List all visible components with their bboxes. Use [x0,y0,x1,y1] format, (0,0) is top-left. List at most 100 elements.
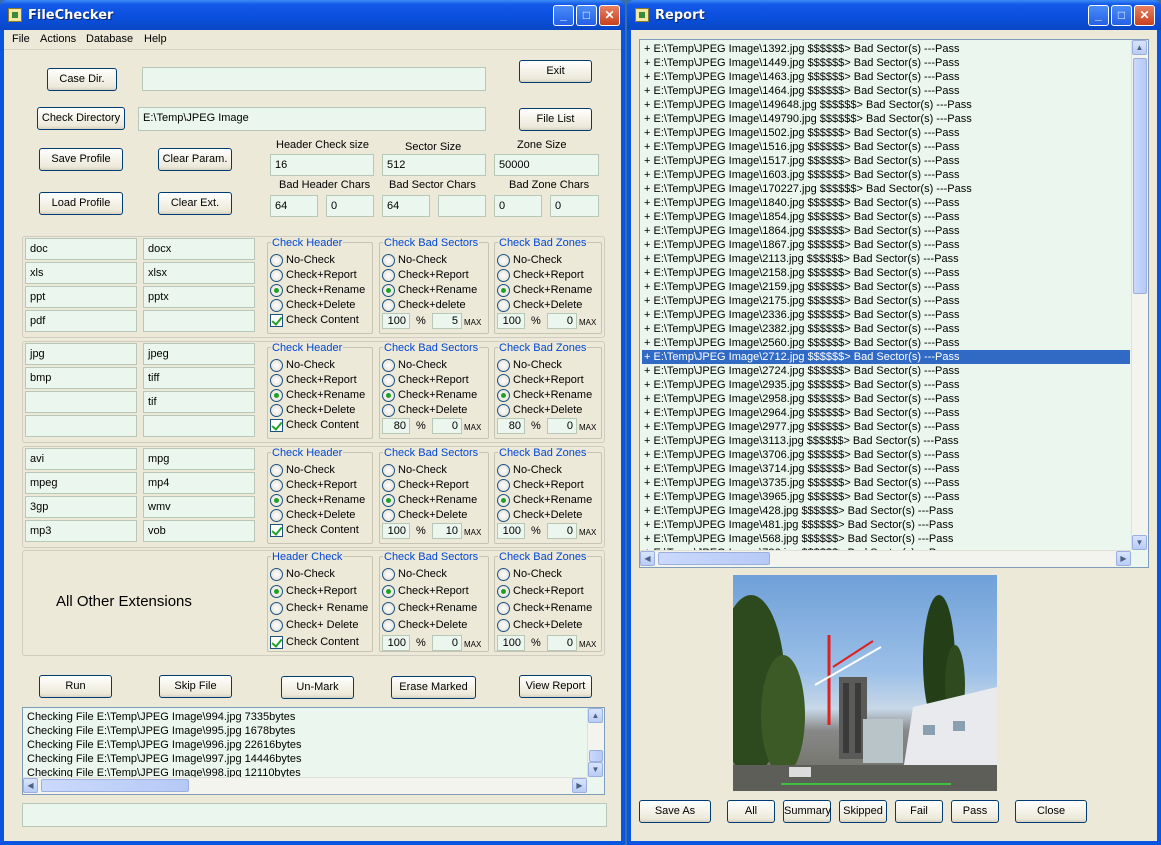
extension-field[interactable]: xlsx [143,262,255,284]
sector-percent-field[interactable]: 80 [382,418,410,434]
sector-option[interactable]: Check+Report [382,269,469,283]
sector-max-field[interactable]: 0 [432,635,462,651]
radio-icon[interactable] [382,359,395,372]
scroll-down-icon[interactable]: ▼ [1132,535,1147,550]
radio-icon[interactable] [270,509,283,522]
report-line[interactable]: + E:\Temp\JPEG Image\1864.jpg $$$$$$> Ba… [642,224,1130,238]
radio-icon[interactable] [382,299,395,312]
header-option[interactable]: Check+Rename [270,494,365,508]
sector-percent-field[interactable]: 100 [382,313,410,329]
scroll-up-icon[interactable]: ▲ [588,708,603,723]
log-line[interactable]: Checking File E:\Temp\JPEG Image\996.jpg… [27,738,302,752]
extension-field[interactable]: doc [25,238,137,260]
zone-percent-field[interactable]: 100 [497,635,525,651]
radio-icon[interactable] [497,619,510,632]
clear-ext-button[interactable]: Clear Ext. [158,192,232,215]
report-line[interactable]: + E:\Temp\JPEG Image\2935.jpg $$$$$$> Ba… [642,378,1130,392]
bad-zone-field-2[interactable]: 0 [550,195,599,217]
radio-icon[interactable] [382,602,395,615]
report-line[interactable]: + E:\Temp\JPEG Image\1840.jpg $$$$$$> Ba… [642,196,1130,210]
zone-percent-field[interactable]: 100 [497,523,525,539]
radio-icon[interactable] [270,254,283,267]
header-option[interactable]: Check+Delete [270,404,355,418]
check-content-option[interactable]: Check Content [270,419,359,433]
report-line[interactable]: + E:\Temp\JPEG Image\481.jpg $$$$$$> Bad… [642,518,1130,532]
close-icon[interactable]: ✕ [1134,5,1155,26]
zone-size-field[interactable]: 50000 [494,154,599,176]
radio-icon[interactable] [382,269,395,282]
report-line[interactable]: + E:\Temp\JPEG Image\3706.jpg $$$$$$> Ba… [642,448,1130,462]
report-line[interactable]: + E:\Temp\JPEG Image\2158.jpg $$$$$$> Ba… [642,266,1130,280]
radio-icon[interactable] [497,494,510,507]
report-line[interactable]: + E:\Temp\JPEG Image\1516.jpg $$$$$$> Ba… [642,140,1130,154]
zone-option[interactable]: Check+Delete [497,619,582,633]
zone-option[interactable]: Check+Delete [497,509,582,523]
sector-option[interactable]: No-Check [382,568,447,582]
radio-icon[interactable] [270,284,283,297]
log-listbox[interactable]: Checking File E:\Temp\JPEG Image\994.jpg… [22,707,605,795]
report-line[interactable]: + E:\Temp\JPEG Image\1463.jpg $$$$$$> Ba… [642,70,1130,84]
header-option[interactable]: Check+Rename [270,389,365,403]
summary-button[interactable]: Summary [783,800,831,823]
header-check-size-field[interactable]: 16 [270,154,374,176]
save-as-button[interactable]: Save As [639,800,711,823]
report-line[interactable]: + E:\Temp\JPEG Image\3735.jpg $$$$$$> Ba… [642,476,1130,490]
zone-option[interactable]: No-Check [497,254,562,268]
extension-field[interactable] [25,415,137,437]
report-line[interactable]: + E:\Temp\JPEG Image\1867.jpg $$$$$$> Ba… [642,238,1130,252]
zone-option[interactable]: Check+Rename [497,494,592,508]
radio-icon[interactable] [497,585,510,598]
sector-option[interactable]: No-Check [382,464,447,478]
sector-percent-field[interactable]: 100 [382,523,410,539]
report-line[interactable]: + E:\Temp\JPEG Image\1392.jpg $$$$$$> Ba… [642,42,1130,56]
radio-icon[interactable] [382,404,395,417]
sector-percent-field[interactable]: 100 [382,635,410,651]
report-line[interactable]: + E:\Temp\JPEG Image\2964.jpg $$$$$$> Ba… [642,406,1130,420]
scroll-right-icon[interactable]: ▶ [1116,551,1131,566]
report-line[interactable]: + E:\Temp\JPEG Image\568.jpg $$$$$$> Bad… [642,532,1130,546]
extension-field[interactable] [143,415,255,437]
menu-actions[interactable]: Actions [40,33,76,45]
radio-icon[interactable] [497,299,510,312]
radio-icon[interactable] [270,568,283,581]
bad-sector-field-2[interactable] [438,195,486,217]
sector-option[interactable]: Check+Delete [382,509,467,523]
checkbox-icon[interactable] [270,314,283,327]
report-line[interactable]: + E:\Temp\JPEG Image\2336.jpg $$$$$$> Ba… [642,308,1130,322]
radio-icon[interactable] [270,374,283,387]
check-content-option[interactable]: Check Content [270,314,359,328]
zone-option[interactable]: No-Check [497,359,562,373]
radio-icon[interactable] [270,464,283,477]
header-option[interactable]: Check+Delete [270,509,355,523]
report-line[interactable]: + E:\Temp\JPEG Image\1502.jpg $$$$$$> Ba… [642,126,1130,140]
sector-option[interactable]: Check+Delete [382,619,467,633]
log-line[interactable]: Checking File E:\Temp\JPEG Image\997.jpg… [27,752,302,766]
zone-option[interactable]: Check+Rename [497,284,592,298]
skipped-button[interactable]: Skipped [839,800,887,823]
sector-option[interactable]: Check+Report [382,479,469,493]
extension-field[interactable]: ppt [25,286,137,308]
extension-field[interactable]: pdf [25,310,137,332]
scroll-down-icon[interactable]: ▼ [588,762,603,777]
report-line[interactable]: + E:\Temp\JPEG Image\2175.jpg $$$$$$> Ba… [642,294,1130,308]
extension-field[interactable] [25,391,137,413]
zone-option[interactable]: Check+Delete [497,404,582,418]
log-line[interactable]: Checking File E:\Temp\JPEG Image\995.jpg… [27,724,295,738]
header-option[interactable]: No-Check [270,359,335,373]
radio-icon[interactable] [382,389,395,402]
view-report-button[interactable]: View Report [519,675,592,698]
sector-option[interactable]: Check+Report [382,585,469,599]
sector-max-field[interactable]: 10 [432,523,462,539]
radio-icon[interactable] [497,254,510,267]
extension-field[interactable]: mp3 [25,520,137,542]
maximize-icon[interactable]: □ [576,5,597,26]
extension-field[interactable]: mpg [143,448,255,470]
scroll-thumb[interactable] [589,750,603,762]
radio-icon[interactable] [382,254,395,267]
report-line[interactable]: + E:\Temp\JPEG Image\3113.jpg $$$$$$> Ba… [642,434,1130,448]
radio-icon[interactable] [497,602,510,615]
extension-field[interactable]: tiff [143,367,255,389]
menu-database[interactable]: Database [86,33,133,45]
zone-max-field[interactable]: 0 [547,313,577,329]
radio-icon[interactable] [497,389,510,402]
